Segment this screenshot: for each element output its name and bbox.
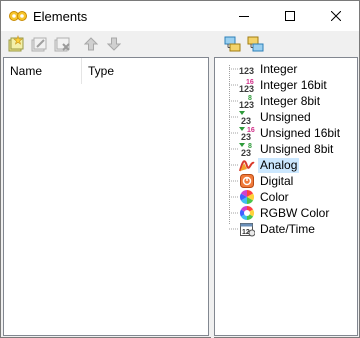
close-button[interactable] xyxy=(313,1,359,31)
date-time-icon: 12 xyxy=(239,221,255,237)
tree-item-label: Integer 8bit xyxy=(260,93,321,108)
title-bar[interactable]: Elements xyxy=(1,1,359,31)
tree-item-label: Integer 16bit xyxy=(260,77,327,92)
tree-item-date-time[interactable]: 12 Date/Time xyxy=(239,221,357,237)
analog-icon xyxy=(239,157,255,173)
tree-item-unsigned-16bit[interactable]: 16 23 Unsigned 16bit xyxy=(239,125,357,141)
move-up-icon xyxy=(84,37,98,51)
delete-element-icon xyxy=(54,37,70,52)
maximize-icon xyxy=(285,11,295,21)
color-icon xyxy=(239,189,255,205)
expand-all-button[interactable] xyxy=(222,33,244,55)
edit-element-icon xyxy=(31,37,47,52)
svg-text:23: 23 xyxy=(241,148,251,157)
tree-item-digital[interactable]: Digital xyxy=(239,173,357,189)
move-down-button[interactable] xyxy=(103,33,125,55)
column-header-type[interactable]: Type xyxy=(82,58,208,84)
unsigned-icon: 23 xyxy=(239,109,255,125)
tree-item-label: Unsigned 16bit xyxy=(260,125,341,140)
add-element-button[interactable] xyxy=(5,33,27,55)
collapse-all-button[interactable] xyxy=(245,33,267,55)
elements-window: Elements Name Type 123 Integer 16 123 In… xyxy=(0,0,360,338)
tree-item-unsigned-8bit[interactable]: 8 23 Unsigned 8bit xyxy=(239,141,357,157)
tree-item-label: Unsigned xyxy=(260,109,311,124)
close-icon xyxy=(331,11,341,21)
tree-item-rgbw-color[interactable]: RGBW Color xyxy=(239,205,357,221)
move-down-icon xyxy=(107,37,121,51)
svg-text:123: 123 xyxy=(239,100,254,109)
integer-16bit-icon: 16 123 xyxy=(239,77,255,93)
tree-item-label: Color xyxy=(260,189,289,204)
unsigned-8bit-icon: 8 23 xyxy=(239,141,255,157)
right-toolbar xyxy=(214,31,359,57)
elements-list-pane: Name Type xyxy=(1,31,211,338)
integer-icon: 123 xyxy=(239,61,255,77)
tree-item-integer-16bit[interactable]: 16 123 Integer 16bit xyxy=(239,77,357,94)
integer-8bit-icon: 8 123 xyxy=(239,93,255,109)
elements-list[interactable]: Name Type xyxy=(3,57,209,336)
tree-item-analog[interactable]: Analog xyxy=(239,157,357,173)
minimize-button[interactable] xyxy=(221,1,267,31)
element-types-pane: 123 Integer 16 123 Integer 16bit 8 123 Int… xyxy=(214,31,359,338)
left-toolbar xyxy=(1,31,211,57)
tree-item-label: Integer xyxy=(260,61,298,76)
digital-icon xyxy=(239,173,255,189)
tree-item-unsigned[interactable]: 23 Unsigned xyxy=(239,109,357,125)
app-icon xyxy=(9,8,27,24)
list-header: Name Type xyxy=(4,58,208,85)
tree-item-color[interactable]: Color xyxy=(239,189,357,205)
svg-text:23: 23 xyxy=(241,116,251,125)
expand-all-icon xyxy=(224,36,241,52)
svg-text:123: 123 xyxy=(239,66,254,76)
tree-item-integer-8bit[interactable]: 8 123 Integer 8bit xyxy=(239,93,357,110)
edit-element-button[interactable] xyxy=(28,33,50,55)
tree-items: 123 Integer 16 123 Integer 16bit 8 123 Int… xyxy=(215,58,357,237)
move-up-button[interactable] xyxy=(80,33,102,55)
window-title: Elements xyxy=(33,8,88,24)
tree-item-label: RGBW Color xyxy=(260,205,330,220)
maximize-button[interactable] xyxy=(267,1,313,31)
unsigned-16bit-icon: 16 23 xyxy=(239,125,255,141)
svg-text:123: 123 xyxy=(239,84,254,93)
tree-item-label: Date/Time xyxy=(260,221,315,236)
tree-item-label: Unsigned 8bit xyxy=(260,141,334,156)
column-header-name[interactable]: Name xyxy=(4,58,82,84)
collapse-all-icon xyxy=(247,36,264,52)
rgbw-color-icon xyxy=(239,205,255,221)
add-element-icon xyxy=(8,35,24,52)
tree-item-label: Analog xyxy=(258,157,300,173)
element-type-tree[interactable]: 123 Integer 16 123 Integer 16bit 8 123 Int… xyxy=(214,57,358,336)
tree-item-integer[interactable]: 123 Integer xyxy=(239,61,357,77)
tree-item-label: Digital xyxy=(260,173,294,188)
svg-text:23: 23 xyxy=(241,132,251,141)
delete-element-button[interactable] xyxy=(51,33,73,55)
minimize-icon xyxy=(239,16,249,17)
